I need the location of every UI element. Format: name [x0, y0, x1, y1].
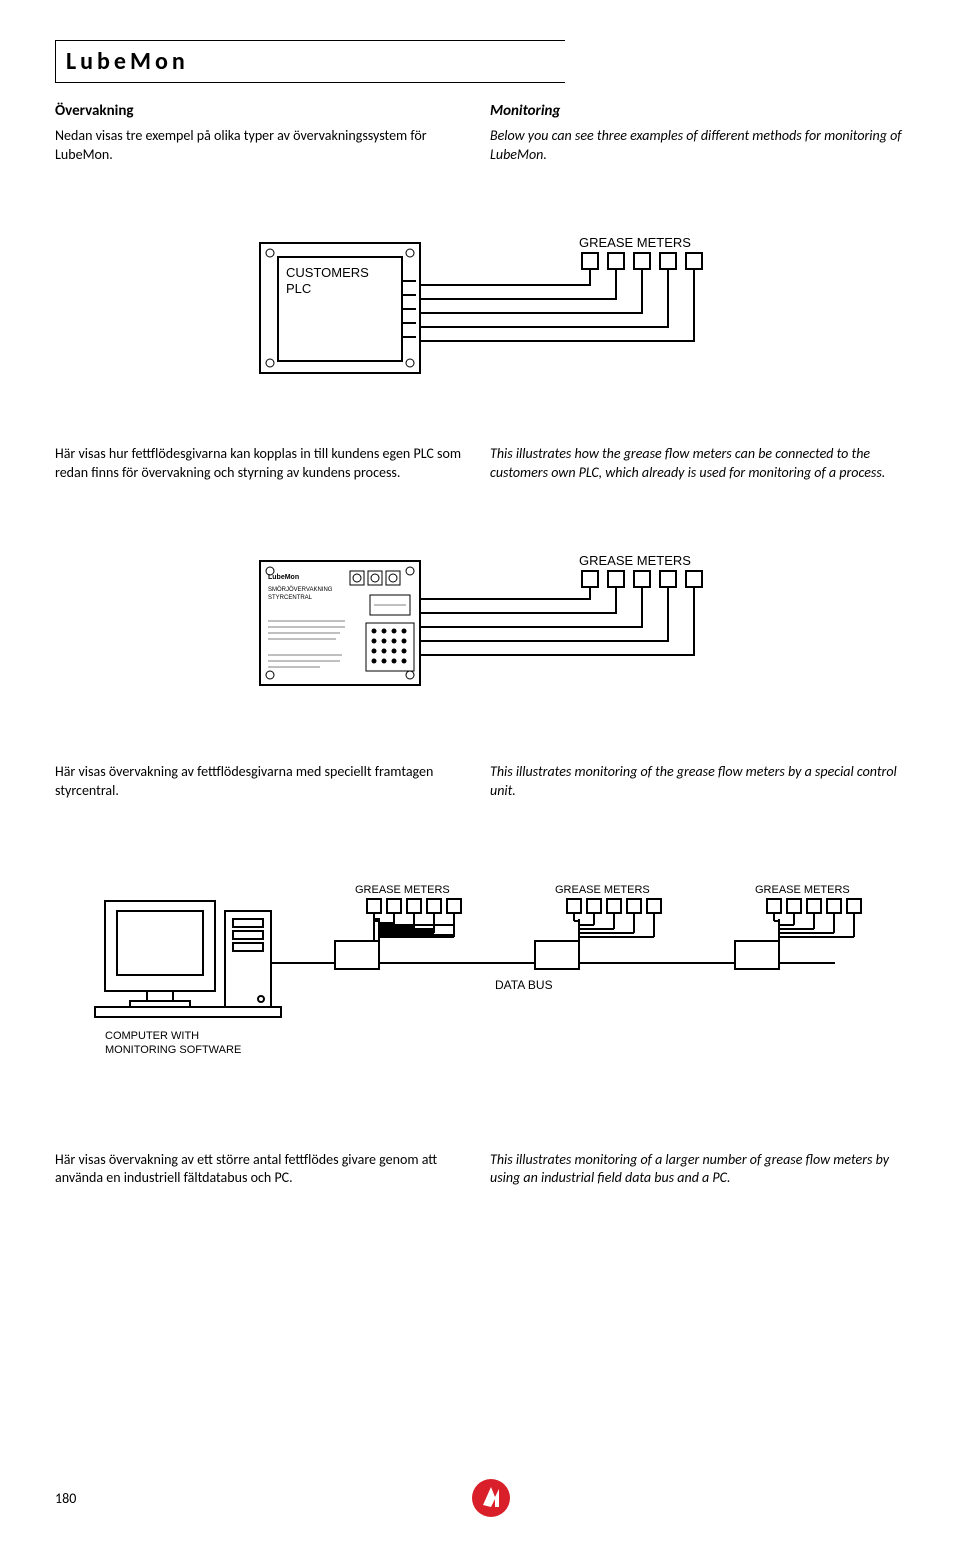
d1-captions: Här visas hur fettflödesgivarna kan kopp… [55, 445, 905, 483]
d2-captions: Här visas övervakning av fettflödesgivar… [55, 763, 905, 801]
intro-text-en: Below you can see three examples of diff… [490, 127, 905, 165]
d3-bus-label: DATA BUS [495, 978, 553, 992]
intro-heading-en: Monitoring [490, 101, 905, 121]
d3-caption-en-col: This illustrates monitoring of a larger … [490, 1151, 905, 1189]
page-footer: 180 [55, 1477, 905, 1519]
d3-pc-label1: COMPUTER WITH [105, 1030, 199, 1042]
d2-caption-sv: Här visas övervakning av fettflödesgivar… [55, 763, 470, 801]
d3-caption-en: This illustrates monitoring of a larger … [490, 1151, 905, 1189]
d2-caption-sv-col: Här visas övervakning av fettflödesgivar… [55, 763, 470, 801]
d2-meters-label: GREASE METERS [579, 553, 691, 568]
d1-meters-label: GREASE METERS [579, 235, 691, 250]
d3-caption-sv-col: Här visas övervakning av ett större anta… [55, 1151, 470, 1189]
d2-panel-sub2: STYRCENTRAL [268, 595, 313, 601]
d1-caption-sv-col: Här visas hur fettflödesgivarna kan kopp… [55, 445, 470, 483]
page-number: 180 [55, 1490, 76, 1507]
d2-caption-en: This illustrates monitoring of the greas… [490, 763, 905, 801]
d3-meters-label-1: GREASE METERS [355, 884, 450, 896]
d3-captions: Här visas övervakning av ett större anta… [55, 1151, 905, 1189]
d3-meters-label-3: GREASE METERS [755, 884, 850, 896]
intro-col-sv: Övervakning Nedan visas tre exempel på o… [55, 101, 470, 165]
document-title: LubeMon [66, 47, 189, 76]
d2-panel-sub1: SMÖRJÖVERVAKNING [268, 586, 333, 593]
logo-icon [470, 1477, 512, 1519]
d1-caption-en: This illustrates how the grease flow met… [490, 445, 905, 483]
diagram-1: CUSTOMERS PLC GREASE METERS [55, 225, 905, 395]
d1-caption-en-col: This illustrates how the grease flow met… [490, 445, 905, 483]
intro-row: Övervakning Nedan visas tre exempel på o… [55, 101, 905, 165]
d1-box-label1: CUSTOMERS [286, 265, 369, 280]
intro-heading-sv: Övervakning [55, 101, 470, 121]
diagram-2: LubeMon SMÖRJÖVERVAKNING STYRCENTRAL [55, 543, 905, 713]
d3-caption-sv: Här visas övervakning av ett större anta… [55, 1151, 470, 1189]
intro-text-sv: Nedan visas tre exempel på olika typer a… [55, 127, 470, 165]
d2-caption-en-col: This illustrates monitoring of the greas… [490, 763, 905, 801]
intro-col-en: Monitoring Below you can see three examp… [490, 101, 905, 165]
d1-box-label2: PLC [286, 281, 311, 296]
d3-pc-label2: MONITORING SOFTWARE [105, 1044, 241, 1056]
title-bar: LubeMon [55, 40, 565, 83]
d3-meters-label-2: GREASE METERS [555, 884, 650, 896]
d1-caption-sv: Här visas hur fettflödesgivarna kan kopp… [55, 445, 470, 483]
d2-panel-title: LubeMon [268, 574, 299, 581]
diagram-3: COMPUTER WITH MONITORING SOFTWARE DATA B… [55, 881, 905, 1111]
